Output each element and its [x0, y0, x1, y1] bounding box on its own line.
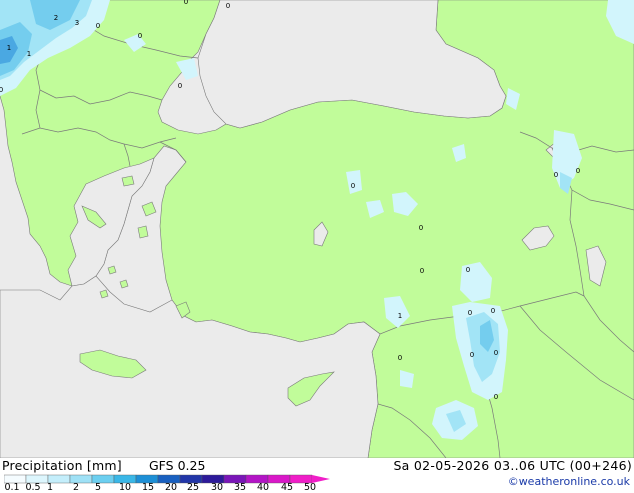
legend-tick-label: 30 — [210, 482, 224, 493]
contour-label: 0 — [420, 267, 424, 275]
contour-label: 0 — [178, 82, 182, 90]
legend-tick-label: 10 — [118, 482, 132, 493]
contour-label: 0 — [226, 2, 230, 10]
contour-label: 1 — [27, 50, 31, 58]
legend-tick-label: 15 — [141, 482, 155, 493]
contour-label: 0 — [470, 351, 474, 359]
contour-label: 0 — [494, 349, 498, 357]
legend-tick-label: 50 — [303, 482, 317, 493]
contour-label: 0 — [494, 393, 498, 401]
legend-tick-label: 2 — [72, 482, 80, 493]
contour-label: 0 — [351, 182, 355, 190]
model-label: GFS 0.25 — [149, 458, 206, 473]
contour-label: 0 — [468, 309, 472, 317]
legend-tick-label: 25 — [186, 482, 200, 493]
legend-tick-label: 45 — [280, 482, 294, 493]
contour-label: 0 — [398, 354, 402, 362]
contour-label: 1 — [7, 44, 11, 52]
precipitation-map: 2 3 1 1 0 0 0 0 0 0 0 0 0 0 0 1 0 0 0 0 … — [0, 0, 634, 458]
contour-label: 0 — [466, 266, 470, 274]
legend-tick-label: 20 — [164, 482, 178, 493]
forecast-datetime: Sa 02-05-2026 03..06 UTC (00+246) — [393, 458, 632, 473]
legend-tick-label: 0.5 — [25, 482, 41, 493]
legend-tick-label: 35 — [233, 482, 247, 493]
contour-label: 0 — [184, 0, 188, 6]
contour-label: 0 — [576, 167, 580, 175]
contour-label: 2 — [54, 14, 58, 22]
map-footer: Precipitation [mm] GFS 0.25 Sa 02-05-202… — [0, 458, 634, 493]
contour-label: 0 — [0, 86, 3, 94]
contour-label: 0 — [554, 171, 558, 179]
legend-tick-label: 0.1 — [4, 482, 20, 493]
legend-tick-label: 1 — [46, 482, 54, 493]
contour-label: 0 — [491, 307, 495, 315]
credit-link[interactable]: ©weatheronline.co.uk — [508, 475, 630, 488]
island-chios — [137, 225, 149, 239]
island-limnos — [121, 175, 135, 187]
map-title: Precipitation [mm] — [2, 458, 122, 473]
legend-tick-label: 5 — [94, 482, 102, 493]
contour-label: 1 — [398, 312, 402, 320]
contour-label: 0 — [138, 32, 142, 40]
contour-label: 0 — [419, 224, 423, 232]
contour-label: 0 — [96, 22, 100, 30]
contour-label: 3 — [75, 19, 79, 27]
legend-tick-label: 40 — [256, 482, 270, 493]
